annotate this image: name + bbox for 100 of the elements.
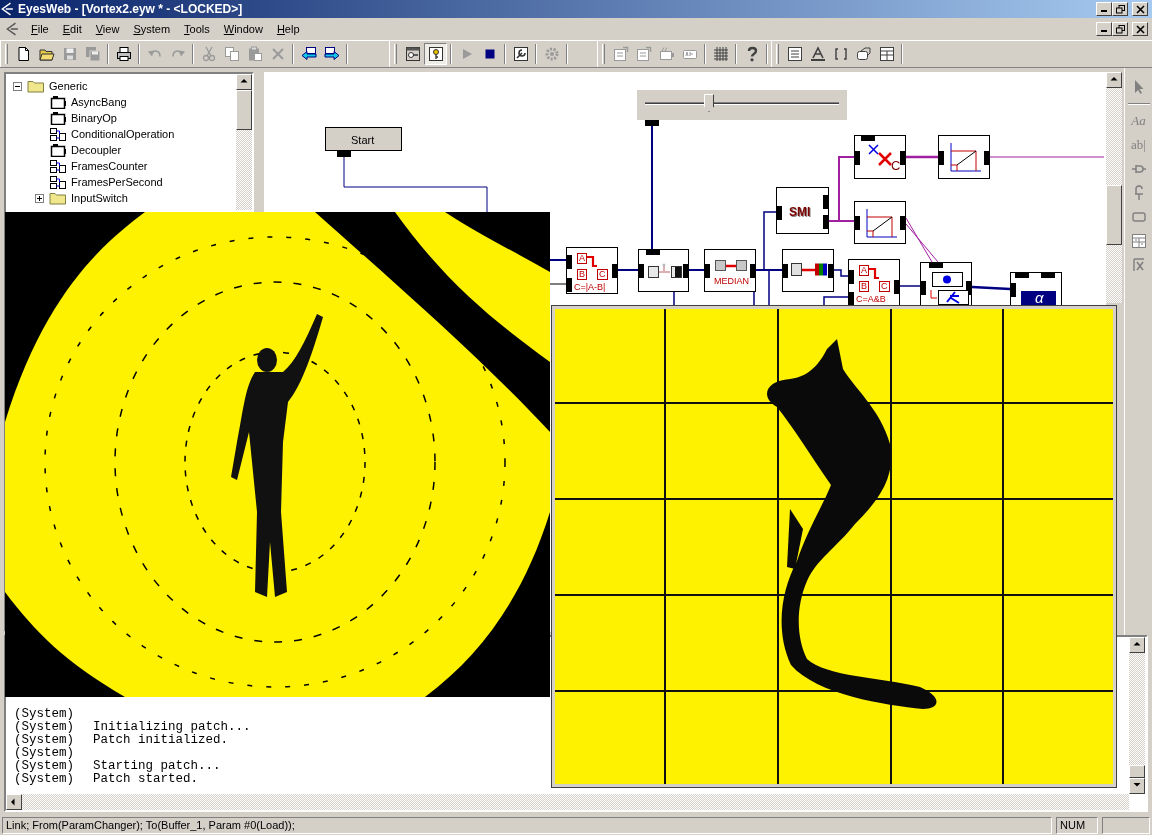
block-node[interactable] [638, 249, 689, 292]
up-arrow-icon [1110, 76, 1118, 84]
port [823, 195, 829, 209]
port [683, 264, 689, 278]
block-node[interactable]: MEDIAN [704, 249, 756, 292]
close-icon [1135, 4, 1145, 14]
restore-button[interactable] [1112, 22, 1128, 36]
log-source: (System) [14, 760, 75, 773]
port [1015, 272, 1029, 278]
log-message: Initializing patch... [93, 721, 251, 734]
port [828, 264, 834, 278]
app-icon [0, 2, 14, 16]
scroll-thumb[interactable] [236, 90, 252, 130]
block-node[interactable]: SMI [776, 187, 829, 234]
tree-item[interactable]: FramesPerSecond [71, 173, 163, 191]
port [848, 292, 854, 306]
delete-icon [269, 46, 286, 62]
converter-icon [648, 263, 682, 279]
tree-item[interactable]: FramesCounter [71, 157, 148, 175]
tree-item[interactable]: BinaryOp [71, 109, 117, 127]
tree-item[interactable]: InputSwitch [71, 189, 128, 207]
scrollbar[interactable] [6, 794, 1129, 810]
block-node[interactable] [938, 135, 990, 179]
toolbar-button[interactable] [424, 43, 447, 65]
block-label: C [891, 157, 901, 175]
scroll-up-button[interactable] [1129, 637, 1145, 653]
tree-item[interactable]: Decoupler [71, 141, 122, 159]
copy-icon [223, 46, 240, 62]
folder-icon [38, 46, 55, 62]
minimize-icon [1101, 30, 1107, 32]
tree-item[interactable]: ConditionalOperation [71, 125, 175, 143]
ramp-graph-icon [865, 209, 897, 239]
crosses-icon [867, 143, 893, 167]
scissors-icon [200, 46, 217, 62]
block-node[interactable] [854, 201, 906, 244]
wire [905, 217, 939, 263]
menu-item[interactable]: Help [269, 21, 307, 37]
left-arrow-icon [10, 798, 18, 806]
close-button[interactable] [1132, 2, 1148, 16]
new-file-icon [15, 46, 32, 62]
scrollbar[interactable] [1129, 637, 1145, 794]
menu-item[interactable]: Window [216, 21, 270, 37]
brackets-icon [832, 46, 849, 62]
block-node[interactable] [920, 262, 972, 307]
input-label: B [859, 281, 869, 292]
restore-button[interactable] [1112, 2, 1128, 16]
expand-icon[interactable] [35, 193, 44, 203]
grid-icon [712, 46, 729, 62]
status-indicator: NUM [1056, 817, 1098, 834]
printer-icon [115, 46, 132, 62]
scrollbar[interactable] [236, 74, 252, 210]
start-block[interactable]: Start [325, 127, 402, 151]
undo-icon [146, 49, 163, 59]
port [337, 151, 351, 157]
wire [548, 259, 567, 261]
menu-item[interactable]: Edit [55, 21, 89, 37]
folder-icon [49, 191, 67, 205]
scrollbar[interactable] [1106, 72, 1122, 303]
scroll-thumb[interactable] [1106, 185, 1122, 245]
block-node[interactable] [782, 249, 834, 292]
log-message: Patch initialized. [93, 734, 229, 747]
collapse-icon[interactable] [13, 81, 22, 91]
block-node[interactable]: α [1010, 272, 1062, 306]
formula-label: C=|A-B| [574, 281, 606, 294]
formula-label: C=A&B [856, 293, 886, 306]
menu-item[interactable]: File [24, 21, 56, 37]
status-panel [1102, 817, 1150, 834]
minimize-button[interactable] [1096, 2, 1112, 16]
minimize-button[interactable] [1096, 22, 1112, 36]
log-source: (System) [14, 773, 75, 786]
port [900, 216, 906, 230]
block-node[interactable]: A B C C=|A-B| [566, 247, 618, 294]
menu-item[interactable]: View [88, 21, 127, 37]
menu-item[interactable]: System [126, 21, 178, 37]
scroll-thumb[interactable] [1129, 765, 1145, 778]
clipboard-icon [246, 46, 263, 62]
tree-item[interactable]: Generic [49, 77, 88, 95]
port [750, 264, 756, 278]
port [646, 249, 660, 255]
scroll-left-button[interactable] [6, 794, 22, 810]
window-title: EyesWeb - [Vortex2.eyw * - <LOCKED>] [18, 1, 243, 18]
port [638, 264, 644, 278]
slider-thumb[interactable] [704, 94, 714, 112]
log-message: Patch started. [93, 773, 199, 786]
scroll-up-button[interactable] [1106, 72, 1122, 88]
close-button[interactable] [1132, 22, 1148, 36]
port [612, 264, 618, 278]
block-node[interactable]: C [854, 135, 906, 179]
menu-item[interactable]: Tools [177, 21, 217, 37]
linked-blocks-icon [49, 127, 67, 141]
scroll-up-button[interactable] [236, 74, 252, 90]
port [566, 278, 572, 292]
gear-icon [543, 46, 560, 62]
port [776, 206, 782, 220]
scroll-down-button[interactable] [1129, 778, 1145, 794]
block-label: α [1021, 291, 1056, 305]
tree-item[interactable]: AsyncBang [71, 93, 127, 111]
linked-blocks-icon [49, 175, 67, 189]
ramp-graph-icon [949, 143, 981, 173]
block-node[interactable]: A B C C=A&B [848, 259, 900, 307]
